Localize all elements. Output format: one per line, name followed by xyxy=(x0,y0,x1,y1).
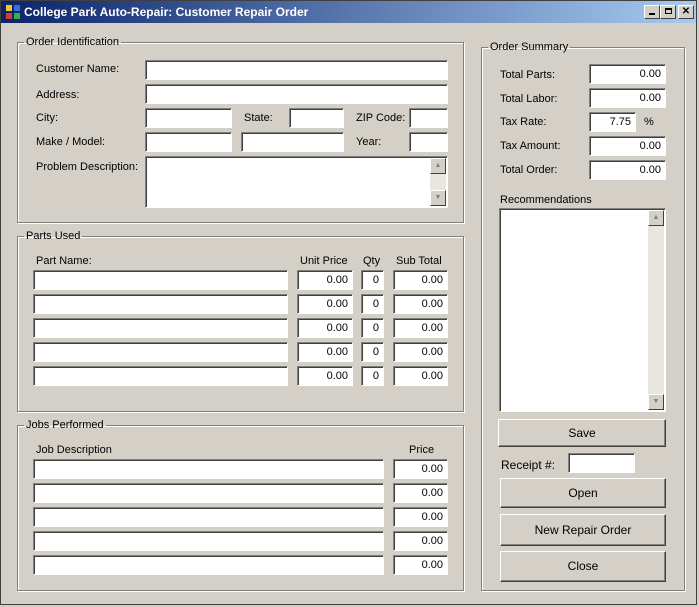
sub-total-input[interactable] xyxy=(393,366,448,386)
unit-price-input[interactable] xyxy=(297,342,353,362)
minimize-icon xyxy=(649,13,655,15)
model-input[interactable] xyxy=(241,132,344,152)
close-icon: ✕ xyxy=(681,6,691,17)
problem-description-label: Problem Description: xyxy=(36,161,139,173)
customer-name-input[interactable] xyxy=(145,60,448,80)
receipt-number-label: Receipt #: xyxy=(501,458,556,472)
sub-total-input[interactable] xyxy=(393,318,448,338)
sub-total-input[interactable] xyxy=(393,270,448,290)
unit-price-header: Unit Price xyxy=(300,255,348,267)
maximize-button[interactable] xyxy=(660,5,676,19)
job-price-input[interactable] xyxy=(393,459,448,479)
state-label: State: xyxy=(244,112,273,124)
job-price-input[interactable] xyxy=(393,483,448,503)
close-window-button[interactable]: ✕ xyxy=(678,5,694,19)
price-header: Price xyxy=(409,444,435,456)
job-description-input[interactable] xyxy=(33,459,384,479)
qty-input[interactable] xyxy=(361,342,384,362)
open-button[interactable]: Open xyxy=(500,478,666,508)
address-input[interactable] xyxy=(145,84,448,104)
zip-code-label: ZIP Code: xyxy=(356,112,406,124)
unit-price-input[interactable] xyxy=(297,294,353,314)
total-parts-label: Total Parts: xyxy=(500,69,556,81)
order-identification-legend: Order Identification xyxy=(26,36,119,48)
maximize-icon xyxy=(664,8,672,14)
order-summary-legend: Order Summary xyxy=(490,41,569,53)
main-window: College Park Auto-Repair: Customer Repai… xyxy=(0,0,697,605)
year-label: Year: xyxy=(356,136,382,148)
qty-input[interactable] xyxy=(361,318,384,338)
sub-total-input[interactable] xyxy=(393,342,448,362)
window-title: College Park Auto-Repair: Customer Repai… xyxy=(24,5,309,19)
recommendations-label: Recommendations xyxy=(500,194,592,206)
qty-input[interactable] xyxy=(361,270,384,290)
part-name-input[interactable] xyxy=(33,342,288,362)
total-labor-label: Total Labor: xyxy=(500,93,558,105)
qty-input[interactable] xyxy=(361,294,384,314)
year-input[interactable] xyxy=(409,132,448,152)
scroll-down-arrow-icon[interactable]: ▼ xyxy=(430,190,446,206)
problem-description-textarea[interactable]: ▲ ▼ xyxy=(145,156,448,208)
jobs-performed-legend: Jobs Performed xyxy=(26,419,104,431)
customer-name-label: Customer Name: xyxy=(36,63,120,75)
unit-price-input[interactable] xyxy=(297,270,353,290)
tax-amount-input[interactable] xyxy=(589,136,666,156)
part-name-input[interactable] xyxy=(33,270,288,290)
scroll-up-arrow-icon[interactable]: ▲ xyxy=(648,210,664,226)
state-input[interactable] xyxy=(289,108,344,128)
receipt-number-input[interactable] xyxy=(568,453,635,473)
job-price-input[interactable] xyxy=(393,507,448,527)
new-repair-order-button[interactable]: New Repair Order xyxy=(500,514,666,546)
unit-price-input[interactable] xyxy=(297,318,353,338)
part-name-input[interactable] xyxy=(33,294,288,314)
address-label: Address: xyxy=(36,89,80,101)
close-button[interactable]: Close xyxy=(500,551,666,582)
scroll-up-arrow-icon[interactable]: ▲ xyxy=(430,158,446,174)
total-order-label: Total Order: xyxy=(500,164,558,176)
qty-input[interactable] xyxy=(361,366,384,386)
job-description-input[interactable] xyxy=(33,483,384,503)
unit-price-input[interactable] xyxy=(297,366,353,386)
qty-header: Qty xyxy=(363,255,381,267)
percent-sign-label: % xyxy=(644,116,654,128)
city-label: City: xyxy=(36,112,58,124)
city-input[interactable] xyxy=(145,108,232,128)
total-labor-input[interactable] xyxy=(589,88,666,108)
tax-amount-label: Tax Amount: xyxy=(500,140,561,152)
problem-description-scrollbar[interactable]: ▲ ▼ xyxy=(430,158,446,206)
sub-total-input[interactable] xyxy=(393,294,448,314)
job-description-input[interactable] xyxy=(33,531,384,551)
recommendations-textarea[interactable]: ▲ ▼ xyxy=(499,208,666,412)
job-description-input[interactable] xyxy=(33,507,384,527)
scroll-down-arrow-icon[interactable]: ▼ xyxy=(648,394,664,410)
part-name-header: Part Name: xyxy=(36,255,92,267)
app-icon xyxy=(6,5,20,19)
job-price-input[interactable] xyxy=(393,555,448,575)
part-name-input[interactable] xyxy=(33,366,288,386)
recommendations-scrollbar[interactable]: ▲ ▼ xyxy=(648,210,664,410)
minimize-button[interactable] xyxy=(644,5,660,19)
job-description-header: Job Description xyxy=(36,444,112,456)
make-model-label: Make / Model: xyxy=(36,136,106,148)
total-parts-input[interactable] xyxy=(589,64,666,84)
make-input[interactable] xyxy=(145,132,232,152)
zip-code-input[interactable] xyxy=(409,108,448,128)
save-button[interactable]: Save xyxy=(498,419,666,447)
job-description-input[interactable] xyxy=(33,555,384,575)
sub-total-header: Sub Total xyxy=(396,255,442,267)
job-price-input[interactable] xyxy=(393,531,448,551)
parts-used-legend: Parts Used xyxy=(26,230,81,242)
title-bar[interactable]: College Park Auto-Repair: Customer Repai… xyxy=(1,1,696,23)
tax-rate-label: Tax Rate: xyxy=(500,116,547,128)
total-order-input[interactable] xyxy=(589,160,666,180)
tax-rate-input[interactable] xyxy=(589,112,636,132)
part-name-input[interactable] xyxy=(33,318,288,338)
